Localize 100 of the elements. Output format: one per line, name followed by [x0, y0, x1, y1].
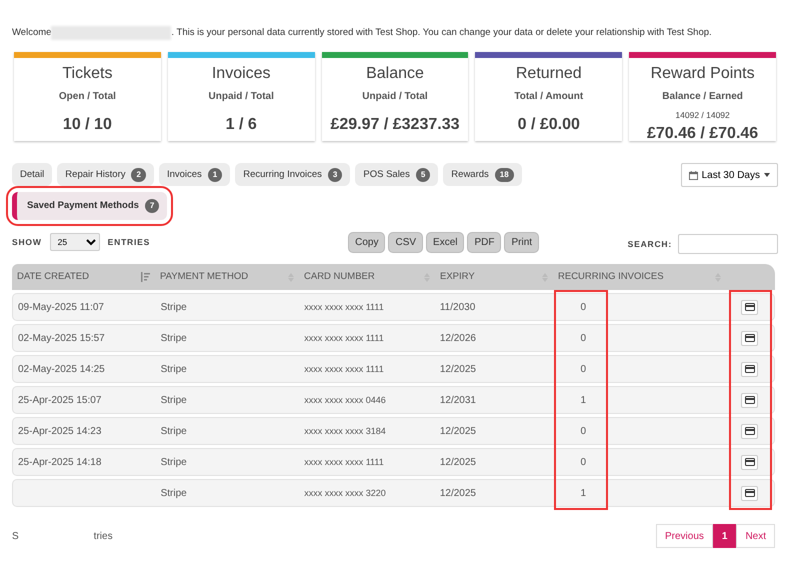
column-header[interactable]: PAYMENT METHOD	[160, 270, 248, 284]
table-cell-text: 0	[580, 300, 586, 315]
table-cell-text: 12/2031	[440, 394, 476, 408]
stat-value: 0 / £0.00	[518, 115, 580, 136]
card-button[interactable]	[741, 486, 758, 501]
table-cell-text: xxxx xxxx xxxx 1111	[304, 332, 384, 344]
calendar-icon	[688, 170, 698, 180]
table-cell-text: xxxx xxxx xxxx 0446	[304, 394, 386, 406]
table-cell-text: 11/2030	[440, 300, 476, 315]
info-text: tries	[94, 530, 113, 544]
card-icon	[744, 427, 755, 436]
date-range-dropdown[interactable]: Last 30 Days	[680, 163, 778, 188]
table-cell-text: xxxx xxxx xxxx 3220	[304, 486, 386, 500]
stat-note: 14092 / 14092	[675, 109, 730, 122]
table-cell-text: 0	[580, 424, 586, 439]
table-cell-text: 1	[580, 394, 586, 408]
card-button[interactable]	[741, 424, 758, 439]
column-header[interactable]: RECURRING INVOICES	[558, 270, 664, 284]
stat-title: Invoices	[212, 64, 271, 84]
card-button[interactable]	[741, 300, 758, 315]
stat-subtitle: Balance / Earned	[662, 90, 743, 104]
caret-icon	[764, 173, 770, 178]
welcome-text: Welcome	[12, 26, 52, 40]
export-button[interactable]: Copy	[348, 232, 386, 253]
stat-value: £29.97 / £3237.33	[330, 115, 460, 136]
stat-subtitle: Open / Total	[58, 90, 116, 104]
table-cell-text: 12/2025	[440, 456, 476, 470]
stat-title: Balance	[366, 64, 424, 84]
card-icon	[744, 334, 755, 342]
column-header[interactable]: CARD NUMBER	[304, 270, 375, 284]
table-cell-text: Stripe	[160, 362, 187, 377]
table-cell-text: 1	[580, 486, 586, 501]
count-badge: 2	[131, 168, 146, 182]
card-icon	[744, 365, 755, 374]
table-cell-text: 25-Apr-2025 15:07	[18, 394, 102, 408]
table-cell-text: Stripe	[160, 486, 187, 501]
show-label: SHOW	[12, 236, 42, 249]
count-badge: 18	[494, 168, 514, 182]
stat-value: 10 / 10	[62, 115, 112, 136]
card-icon	[744, 396, 755, 404]
stat-title: Returned	[516, 64, 582, 84]
table-cell-text: 0	[580, 332, 586, 346]
table-cell-text: Stripe	[160, 456, 187, 470]
stat-title: Tickets	[62, 64, 112, 84]
card-icon	[744, 489, 755, 498]
card-button[interactable]	[741, 392, 758, 408]
page-button[interactable]: 1	[712, 524, 736, 548]
search-label: SEARCH:	[628, 238, 672, 251]
stat-subtitle: Unpaid / Total	[362, 90, 428, 104]
stat-subtitle: Total / Amount	[514, 90, 584, 104]
export-button[interactable]: CSV	[388, 232, 424, 253]
table-cell-text: Stripe	[160, 394, 187, 408]
column-header[interactable]: DATE CREATED	[17, 270, 89, 284]
export-button[interactable]: PDF	[467, 232, 502, 253]
card-button[interactable]	[741, 330, 758, 346]
page-button[interactable]: Previous	[656, 524, 713, 548]
card-icon	[744, 458, 755, 466]
tab[interactable]: Invoices 1	[158, 163, 230, 186]
count-badge: 7	[144, 199, 160, 214]
export-button[interactable]: Print	[504, 232, 540, 253]
entries-label: ENTRIES	[108, 236, 150, 249]
card-button[interactable]	[741, 454, 758, 470]
welcome-text: . This is your personal data currently stored with Test Shop. You can change your data or delete your relationship with Test Shop.	[171, 26, 712, 40]
table-cell-text: xxxx xxxx xxxx 1111	[304, 300, 384, 314]
tab[interactable]: POS Sales 5	[355, 163, 438, 186]
table-cell-text: xxxx xxxx xxxx 3184	[304, 424, 386, 438]
table-cell-text: 12/2025	[440, 424, 476, 439]
tab[interactable]: Repair History 2	[57, 163, 154, 186]
info-text: S	[12, 530, 19, 544]
table-cell-text: 25-Apr-2025 14:23	[18, 424, 102, 439]
table-cell-text: 12/2025	[440, 362, 476, 377]
table-cell-text: Stripe	[160, 424, 187, 439]
stat-value: £70.46 / £70.46	[646, 124, 758, 144]
table-cell-text: 09-May-2025 11:07	[18, 300, 104, 315]
table-cell-text: 12/2026	[440, 332, 476, 346]
card-button[interactable]	[741, 362, 758, 377]
tab[interactable]: Detail	[12, 163, 52, 186]
table-cell-text: 02-May-2025 15:57	[18, 332, 105, 346]
count-badge: 5	[416, 168, 430, 182]
table-cell-text: 12/2025	[440, 486, 476, 501]
table-cell-text: Stripe	[160, 332, 187, 346]
table-cell-text: 02-May-2025 14:25	[18, 362, 105, 377]
count-badge: 1	[208, 168, 222, 182]
table-cell-text: Stripe	[160, 300, 187, 315]
table-cell-text: 0	[580, 362, 586, 377]
stat-title: Reward Points	[650, 64, 755, 84]
column-header[interactable]: EXPIRY	[440, 270, 475, 284]
tab[interactable]: Rewards 18	[443, 163, 522, 186]
tab[interactable]: Recurring Invoices 3	[235, 163, 350, 186]
stat-value: 1 / 6	[226, 115, 257, 136]
export-button[interactable]: Excel	[426, 232, 464, 253]
count-badge: 3	[328, 168, 342, 182]
search-field[interactable]	[678, 234, 778, 254]
page-button[interactable]: Next	[736, 524, 775, 548]
table-cell-text: 25-Apr-2025 14:18	[18, 456, 102, 470]
stat-subtitle: Unpaid / Total	[208, 90, 274, 104]
table-cell-text: 0	[580, 456, 586, 470]
entries-select[interactable]: 25	[50, 233, 100, 252]
card-icon	[744, 303, 755, 312]
table-cell-text: xxxx xxxx xxxx 1111	[304, 362, 384, 376]
